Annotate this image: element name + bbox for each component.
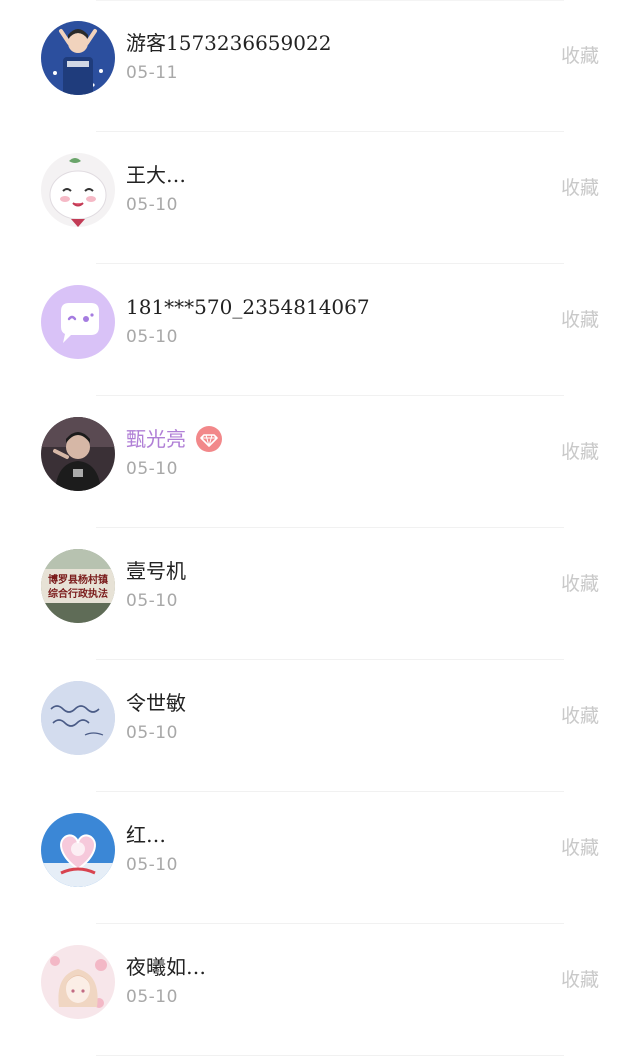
contact-name: 令世敏 [126,691,186,715]
contact-name: 181***570_2354814067 [126,295,370,319]
contact-list: 游客1573236659022 05-11 收藏 王大… 05-10 收藏 18… [0,0,640,1060]
avatar-banner-line2: 综合行政执法 [48,587,108,600]
contact-date: 05-10 [126,195,178,215]
contact-date: 05-10 [126,987,178,1007]
list-item[interactable]: 令世敏 05-10 收藏 [0,660,640,792]
favorite-button[interactable]: 收藏 [561,44,599,68]
list-item[interactable]: 游客1573236659022 05-11 收藏 [0,0,640,132]
heart-balloon-avatar[interactable] [41,813,115,887]
contact-name: 壹号机 [126,559,186,583]
list-item[interactable]: 博罗县杨村镇 综合行政执法 壹号机 05-10 收藏 [0,528,640,660]
contact-name: 夜曦如… [126,955,206,979]
favorite-button[interactable]: 收藏 [561,572,599,596]
divider [96,1055,564,1056]
list-item[interactable]: 181***570_2354814067 05-10 收藏 [0,264,640,396]
favorite-button[interactable]: 收藏 [561,968,599,992]
favorite-button[interactable]: 收藏 [561,836,599,860]
handwriting-avatar[interactable] [41,681,115,755]
list-item[interactable]: 甄光亮 05-10 收藏 [0,396,640,528]
anime-avatar-pink[interactable] [41,945,115,1019]
banner-photo-avatar[interactable]: 博罗县杨村镇 综合行政执法 [41,549,115,623]
favorite-button[interactable]: 收藏 [561,704,599,728]
default-chat-avatar[interactable] [41,285,115,359]
contact-name: 游客1573236659022 [126,31,332,55]
favorite-button[interactable]: 收藏 [561,440,599,464]
photo-avatar-blue[interactable] [41,21,115,95]
contact-date: 05-10 [126,459,178,479]
favorite-button[interactable]: 收藏 [561,308,599,332]
favorite-button[interactable]: 收藏 [561,176,599,200]
contact-date: 05-10 [126,723,178,743]
contact-date: 05-10 [126,591,178,611]
contact-name: 王大… [126,163,186,187]
contact-name: 甄光亮 [126,425,222,454]
diamond-icon [196,425,222,452]
list-item[interactable]: 王大… 05-10 收藏 [0,132,640,264]
list-item[interactable]: 夜曦如… 05-10 收藏 [0,924,640,1056]
contact-date: 05-10 [126,855,178,875]
contact-name: 红… [126,823,166,847]
contact-date: 05-10 [126,327,178,347]
list-item[interactable]: 红… 05-10 收藏 [0,792,640,924]
cartoon-avatar-white[interactable] [41,153,115,227]
photo-avatar-dark[interactable] [41,417,115,491]
avatar-banner-line1: 博罗县杨村镇 [48,573,108,586]
contact-name-text: 甄光亮 [126,427,186,451]
contact-date: 05-11 [126,63,178,83]
